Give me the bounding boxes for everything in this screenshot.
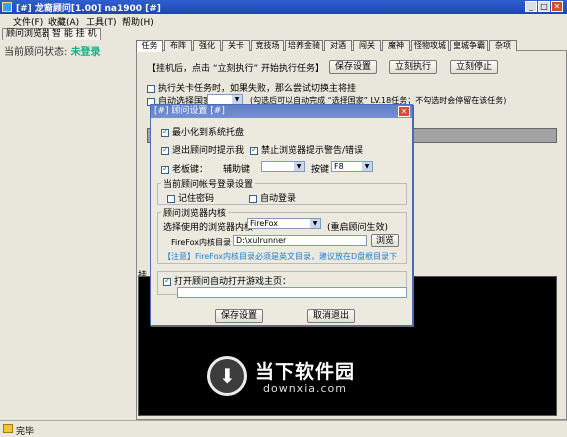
menu-favorites[interactable]: 收藏(A) xyxy=(48,15,79,28)
watermark-url: downxia.com xyxy=(263,382,347,395)
status-value: 未登录 xyxy=(70,47,101,58)
tab-imperial[interactable]: 皇城争霸 xyxy=(450,40,488,51)
option-remember-password[interactable]: 记住密码 xyxy=(167,191,214,204)
checkbox[interactable] xyxy=(249,194,257,203)
browser-group-title: 顾问浏览器内核 xyxy=(161,206,229,219)
status-bar-text: 完毕 xyxy=(16,427,35,437)
stop-now-button[interactable]: 立刻停止 xyxy=(450,60,498,74)
menu-help[interactable]: 帮助(H) xyxy=(122,15,154,28)
chevron-down-icon: ▼ xyxy=(362,162,372,171)
watermark-title: 当下软件园 xyxy=(255,361,356,383)
checkbox[interactable] xyxy=(147,84,155,93)
option-exit-prompt[interactable]: 退出顾问时提示我 xyxy=(161,143,244,156)
option-auto-login[interactable]: 自动登录 xyxy=(249,191,296,204)
modifier-select[interactable]: ▼ xyxy=(261,161,305,172)
dialog-close-button[interactable]: ✕ xyxy=(398,106,410,117)
engine-note: (重启顾问生效) xyxy=(327,223,389,233)
tab-drink[interactable]: 对酒 xyxy=(324,40,352,51)
checkbox[interactable] xyxy=(161,145,169,155)
key-select[interactable]: F8 ▼ xyxy=(331,161,373,172)
close-button[interactable]: ✕ xyxy=(551,1,563,12)
status-line: 当前顾问状态: 未登录 xyxy=(4,43,101,58)
tab-formation[interactable]: 布阵 xyxy=(164,40,192,51)
modifier-label: 辅助键 xyxy=(223,165,251,175)
checkbox[interactable] xyxy=(161,127,169,137)
run-now-button[interactable]: 立刻执行 xyxy=(389,60,437,74)
engine-label: 选择使用的浏览器内核 xyxy=(163,223,254,233)
key-label: 按键 xyxy=(311,165,330,175)
homepage-input[interactable] xyxy=(177,287,407,298)
menu-bar: 文件(F) 收藏(A) 工具(T) 帮助(H) xyxy=(0,14,567,28)
download-icon xyxy=(207,356,247,396)
ff-dir-input[interactable]: D:\xulrunner xyxy=(233,235,367,246)
window-title-bar: [#] 龙裔顾问[1.00] na1900 [#] _ □ ✕ xyxy=(0,0,567,14)
option-open-homepage[interactable]: 打开顾问自动打开游戏主页： xyxy=(163,274,291,287)
menu-tools[interactable]: 工具(T) xyxy=(86,15,117,28)
minimize-button[interactable]: _ xyxy=(525,1,537,12)
window-title: [#] 龙裔顾问[1.00] na1900 [#] xyxy=(16,4,161,14)
engine-select[interactable]: FireFox ▼ xyxy=(247,218,321,229)
chevron-down-icon: ▼ xyxy=(294,162,304,171)
tab-demon[interactable]: 魔神 xyxy=(382,40,410,51)
option-boss-key[interactable]: 老板键： xyxy=(161,162,208,175)
tab-misc[interactable]: 杂项 xyxy=(489,40,517,51)
chevron-down-icon: ▼ xyxy=(310,219,320,228)
main-tabs: 顾问浏览器 智 能 挂 机 xyxy=(0,28,567,40)
task-hint: 【挂机后，点击 “立刻执行” 开始执行任务】 xyxy=(147,64,325,74)
tab-auto-hang[interactable]: 智 能 挂 机 xyxy=(48,28,101,40)
option-block-alerts[interactable]: 禁止浏览器提示警告/错误 xyxy=(250,143,363,156)
settings-dialog: [#] 顾问设置 [#] ✕ 最小化到系统托盘 退出顾问时提示我 禁止浏览器提示… xyxy=(150,104,413,326)
maximize-button[interactable]: □ xyxy=(538,1,550,12)
status-label: 当前顾问状态: xyxy=(4,47,68,58)
tab-task[interactable]: 任务 xyxy=(136,40,163,52)
folder-icon xyxy=(3,424,13,433)
dialog-save-button[interactable]: 保存设置 xyxy=(215,309,263,323)
checkbox[interactable] xyxy=(250,145,258,155)
ff-dir-label: FireFox内核目录 xyxy=(171,238,231,247)
dialog-title: [#] 顾问设置 [#] xyxy=(151,105,412,118)
status-bar: 完毕 xyxy=(0,420,567,437)
dialog-cancel-button[interactable]: 取消退出 xyxy=(307,309,355,323)
checkbox[interactable] xyxy=(167,194,175,203)
tab-stage[interactable]: 关卡 xyxy=(222,40,250,51)
tab-cultivate[interactable]: 培养金骑 xyxy=(285,40,323,51)
tab-arena[interactable]: 竞技场 xyxy=(251,40,284,51)
ff-notice: 【注意】FireFox内核目录必须是英文目录，建议放在D盘根目录下 xyxy=(163,252,398,261)
option-minimize-tray[interactable]: 最小化到系统托盘 xyxy=(161,125,244,138)
account-group-title: 当前顾问帐号登录设置 xyxy=(161,177,256,190)
app-icon xyxy=(2,2,12,12)
option-stage-fallback[interactable]: 执行关卡任务时，如果失败，那么尝试切换主将挂 xyxy=(147,81,356,94)
browse-button[interactable]: 浏览 xyxy=(371,234,399,247)
save-settings-button[interactable]: 保存设置 xyxy=(329,60,377,74)
checkbox[interactable] xyxy=(161,164,169,174)
chevron-down-icon: ▼ xyxy=(232,95,242,104)
menu-file[interactable]: 文件(F) xyxy=(13,15,43,28)
feature-tabs: 任务 布阵 强化 关卡 竞技场 培养金骑 对酒 闯关 魔神 怪物攻城 皇城争霸 … xyxy=(136,40,567,52)
tab-challenge[interactable]: 闯关 xyxy=(353,40,381,51)
tab-siege[interactable]: 怪物攻城 xyxy=(411,40,449,51)
tab-enhance[interactable]: 强化 xyxy=(193,40,221,51)
checkbox[interactable] xyxy=(163,276,171,286)
